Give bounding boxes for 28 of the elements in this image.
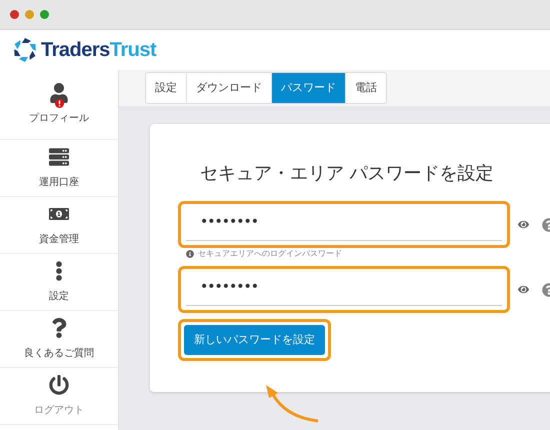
logo-text: TradersTrust: [41, 38, 156, 63]
field-hint: セキュアエリアへのログインパスワード: [198, 248, 342, 260]
sidebar-label: 設定: [49, 290, 69, 304]
sidebar-label: 良くあるご質問: [24, 346, 94, 360]
sidebar-item[interactable]: 良くあるご質問: [0, 311, 118, 368]
eye-icon[interactable]: [518, 284, 529, 295]
sidebar-label: 運用口座: [39, 176, 79, 190]
sidebar-item[interactable]: プロフィール: [0, 70, 118, 140]
power-icon: [49, 374, 69, 394]
info-icon: [186, 250, 194, 258]
card-title: セキュア・エリア パスワードを設定: [199, 162, 495, 186]
logo-icon: [12, 37, 38, 63]
eye-icon[interactable]: [518, 219, 529, 230]
sidebar-label: プロフィール: [29, 112, 89, 126]
password-field[interactable]: ••••••••: [178, 201, 510, 248]
tab[interactable]: 電話: [345, 73, 386, 103]
sidebar-label: 資金管理: [39, 232, 79, 246]
sidebar-item[interactable]: 資金管理: [0, 197, 118, 254]
pointer-arrow: [265, 385, 319, 423]
sidebar-label: ログアウト: [34, 404, 84, 418]
server-icon: [49, 146, 69, 166]
password-field[interactable]: ••••••••: [178, 266, 510, 313]
tab[interactable]: 設定: [146, 73, 186, 103]
sidebar-item[interactable]: 運用口座: [0, 140, 118, 197]
tab[interactable]: パスワード: [271, 73, 345, 103]
set-password-button[interactable]: 新しいパスワードを設定: [184, 325, 325, 355]
sidebar-item[interactable]: ログアウト: [0, 368, 118, 425]
sidebar-item[interactable]: 設定: [0, 254, 118, 311]
